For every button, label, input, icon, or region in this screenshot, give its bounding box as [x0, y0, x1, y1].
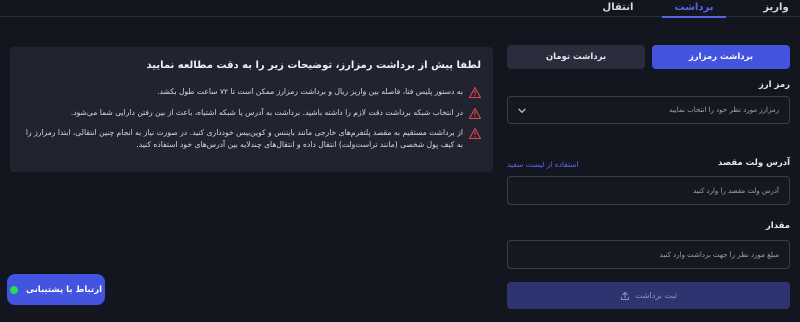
warning-triangle-icon [469, 108, 481, 119]
active-tab-indicator [662, 16, 726, 18]
amount-label: مقدار [765, 221, 790, 231]
notice-title: لطفا پیش از برداشت رمزارز، توضیحات زیر ر… [146, 60, 481, 71]
amount-input[interactable]: مبلغ مورد نظر را جهت برداشت وارد کنید [507, 240, 790, 269]
notice-text: از برداشت مستقیم به مقصد پلتفرم‌های خارج… [25, 128, 463, 149]
notice-text: به دستور پلیس فتا، فاصله بین واریز ریال … [157, 87, 463, 96]
top-tabs-bar: واریز برداشت انتقال [0, 0, 800, 18]
submit-withdraw-label: ثبت برداشت [634, 291, 678, 300]
currency-select-placeholder: رمزارز مورد نظر خود را انتخاب نمایید [669, 106, 779, 114]
tab-toman-withdraw-label: برداشت تومان [545, 52, 607, 62]
tab-deposit[interactable]: واریز [756, 2, 796, 17]
notice-item: به دستور پلیس فتا، فاصله بین واریز ریال … [18, 86, 481, 98]
tab-withdraw-label: برداشت [674, 2, 714, 13]
withdraw-notice-panel: لطفا پیش از برداشت رمزارز، توضیحات زیر ر… [10, 47, 493, 172]
currency-label: رمز ارز [758, 80, 790, 90]
upload-arrow-icon [620, 291, 629, 300]
tab-crypto-withdraw[interactable]: برداشت رمزارز [652, 45, 790, 69]
tab-transfer-label: انتقال [602, 2, 634, 13]
currency-select[interactable]: رمزارز مورد نظر خود را انتخاب نمایید [507, 96, 790, 124]
submit-withdraw-button[interactable]: ثبت برداشت [507, 282, 790, 309]
tab-transfer[interactable]: انتقال [596, 2, 640, 17]
tab-withdraw[interactable]: برداشت [662, 2, 726, 18]
tab-deposit-label: واریز [763, 2, 789, 13]
whitelist-link[interactable]: استفاده از لیست سفید [507, 160, 647, 169]
address-input[interactable]: آدرس ولت مقصد را وارد کنید [507, 176, 790, 205]
chevron-down-icon [518, 108, 526, 113]
warning-triangle-icon [469, 128, 481, 139]
address-input-placeholder: آدرس ولت مقصد را وارد کنید [693, 187, 779, 195]
warning-triangle-icon [469, 87, 481, 98]
notice-text: در انتخاب شبکه برداشت دقت لازم را داشته … [70, 108, 463, 117]
tab-crypto-withdraw-label: برداشت رمزارز [688, 52, 754, 62]
support-chat-label: ارتباط با پشتیبانی [25, 284, 103, 295]
support-chat-button[interactable]: ارتباط با پشتیبانی [7, 274, 105, 305]
address-label: آدرس ولت مقصد [718, 158, 790, 168]
amount-input-placeholder: مبلغ مورد نظر را جهت برداشت وارد کنید [659, 251, 779, 259]
tab-toman-withdraw[interactable]: برداشت تومان [507, 45, 645, 69]
notice-item: از برداشت مستقیم به مقصد پلتفرم‌های خارج… [18, 127, 481, 151]
notice-item: در انتخاب شبکه برداشت دقت لازم را داشته … [18, 107, 481, 119]
online-status-dot [9, 285, 18, 294]
